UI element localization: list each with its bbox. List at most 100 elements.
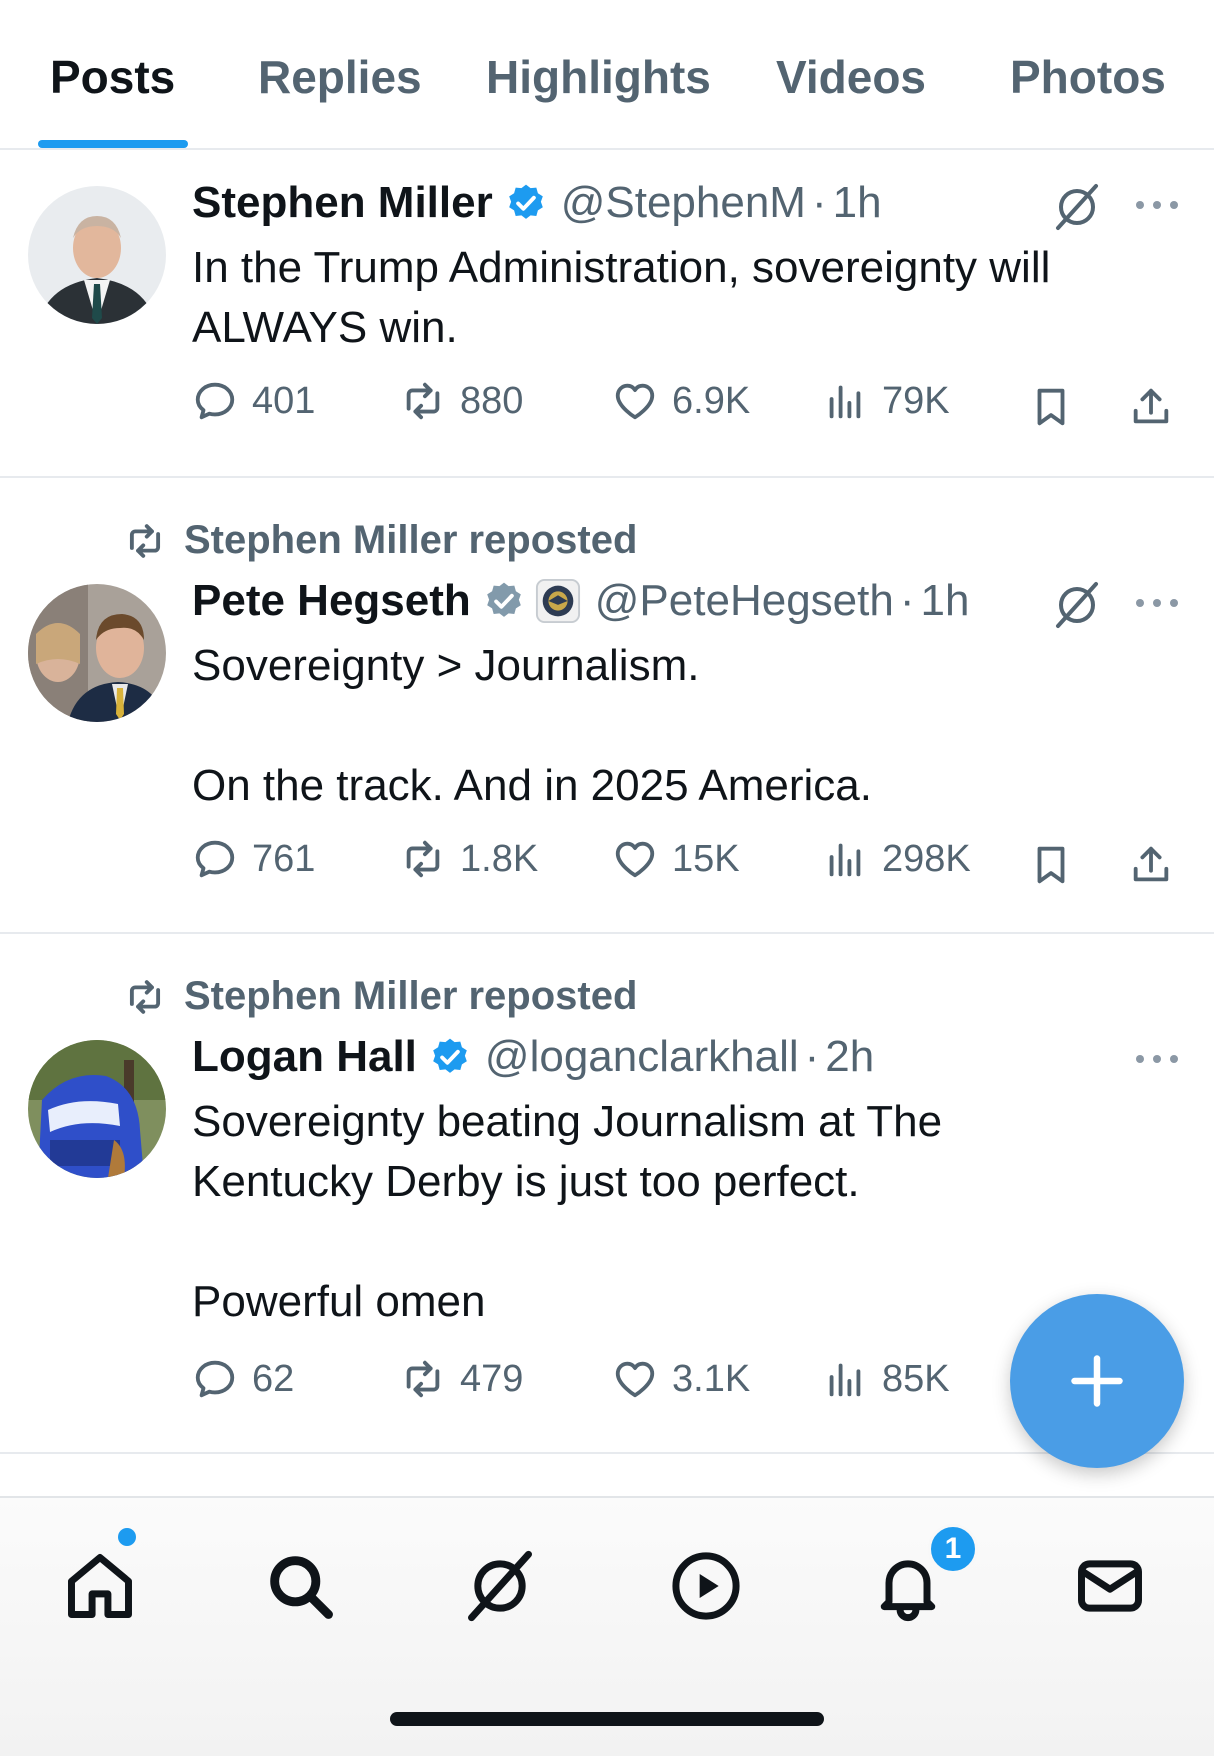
- grok-icon[interactable]: [1050, 180, 1104, 234]
- repost-count: 1.8K: [460, 837, 539, 880]
- like-count: 6.9K: [672, 379, 751, 422]
- more-options-icon[interactable]: [1134, 1052, 1180, 1066]
- share-icon[interactable]: [1128, 840, 1174, 890]
- reply-count: 401: [252, 379, 316, 422]
- author-name[interactable]: Stephen Miller: [192, 178, 493, 228]
- repost-indicator: Stephen Miller reposted: [124, 518, 637, 563]
- home-new-content-dot: [118, 1528, 136, 1546]
- post-header: Stephen Miller @StephenM · 1h: [192, 178, 882, 228]
- post-header: Logan Hall @loganclarkhall · 2h: [192, 1032, 874, 1082]
- separator-dot: ·: [804, 1032, 820, 1081]
- avatar[interactable]: [28, 1040, 166, 1178]
- repost-icon: [129, 979, 161, 1014]
- compose-post-button[interactable]: [1010, 1294, 1184, 1468]
- repost-icon: [406, 1360, 440, 1398]
- author-handle[interactable]: @PeteHegseth: [595, 576, 894, 626]
- verified-badge-icon: [433, 1038, 467, 1073]
- post-divider: [0, 476, 1214, 478]
- views-button[interactable]: 79K: [822, 378, 950, 424]
- grok-icon[interactable]: [462, 1548, 538, 1624]
- profile-tab-bar: Posts Replies Highlights Videos Photos: [0, 0, 1214, 150]
- post-time[interactable]: 2h: [825, 1032, 874, 1082]
- home-icon[interactable]: [62, 1548, 138, 1624]
- more-options-icon[interactable]: [1134, 198, 1180, 212]
- heart-icon: [615, 383, 655, 420]
- more-options-icon[interactable]: [1134, 596, 1180, 610]
- post-divider: [0, 932, 1214, 934]
- like-count: 15K: [672, 837, 740, 880]
- view-count: 298K: [882, 837, 971, 880]
- reply-count: 761: [252, 837, 316, 880]
- repost-label[interactable]: Stephen Miller reposted: [184, 974, 637, 1019]
- tab-videos[interactable]: Videos: [776, 50, 926, 104]
- repost-button[interactable]: 479: [400, 1356, 523, 1402]
- grok-icon[interactable]: [1050, 578, 1104, 632]
- view-count: 85K: [882, 1357, 950, 1400]
- tab-replies[interactable]: Replies: [258, 50, 422, 104]
- repost-count: 479: [460, 1357, 524, 1400]
- avatar[interactable]: [28, 186, 166, 324]
- author-handle[interactable]: @loganclarkhall: [485, 1032, 799, 1082]
- like-button[interactable]: 3.1K: [612, 1356, 750, 1402]
- share-icon[interactable]: [1128, 382, 1174, 432]
- heart-icon: [615, 841, 655, 878]
- views-icon: [829, 385, 861, 419]
- tab-posts[interactable]: Posts: [50, 50, 175, 104]
- repost-label[interactable]: Stephen Miller reposted: [184, 518, 637, 563]
- avatar[interactable]: [28, 584, 166, 722]
- messages-icon[interactable]: [1072, 1548, 1148, 1624]
- plus-icon: [1071, 1355, 1123, 1407]
- post-text: Sovereignty > Journalism. On the track. …: [192, 641, 872, 810]
- post-time[interactable]: 1h: [833, 178, 882, 228]
- tab-highlights[interactable]: Highlights: [486, 50, 711, 104]
- repost-button[interactable]: 1.8K: [400, 836, 538, 882]
- views-icon: [829, 1363, 861, 1397]
- like-button[interactable]: 6.9K: [612, 378, 750, 424]
- author-handle[interactable]: @StephenM: [561, 178, 806, 228]
- post-time[interactable]: 1h: [920, 576, 969, 626]
- author-name[interactable]: Logan Hall: [192, 1032, 417, 1082]
- post-actions: 761 1.8K 15K 298K: [192, 836, 1182, 896]
- repost-icon: [406, 382, 440, 420]
- verified-badge-icon: [486, 582, 521, 617]
- post-text: In the Trump Administration, sovereignty…: [192, 243, 1051, 352]
- tab-photos[interactable]: Photos: [1010, 50, 1166, 104]
- bookmark-icon[interactable]: [1028, 382, 1074, 432]
- views-icon: [829, 843, 861, 877]
- repost-button[interactable]: 880: [400, 378, 523, 424]
- post-header: Pete Hegseth @PeteHegseth · 1h: [192, 576, 969, 626]
- separator-dot: ·: [899, 576, 915, 625]
- video-icon[interactable]: [668, 1548, 744, 1624]
- post-actions: 62 479 3.1K 85K: [192, 1356, 950, 1416]
- view-count: 79K: [882, 379, 950, 422]
- reply-icon: [195, 382, 235, 420]
- views-button[interactable]: 298K: [822, 836, 971, 882]
- heart-icon: [615, 1361, 655, 1398]
- post-actions: 401 880 6.9K 79K: [192, 378, 1182, 438]
- repost-icon: [406, 840, 440, 878]
- verified-badge-icon: [508, 184, 543, 219]
- reply-button[interactable]: 401: [192, 378, 315, 424]
- like-button[interactable]: 15K: [612, 836, 740, 882]
- reply-count: 62: [252, 1357, 295, 1400]
- reply-button[interactable]: 761: [192, 836, 315, 882]
- post-divider: [0, 1452, 1214, 1454]
- repost-indicator: Stephen Miller reposted: [124, 974, 637, 1019]
- repost-count: 880: [460, 379, 524, 422]
- separator-dot: ·: [811, 178, 827, 227]
- reply-button[interactable]: 62: [192, 1356, 294, 1402]
- home-indicator-bar[interactable]: [390, 1712, 824, 1726]
- bottom-navigation: 1: [0, 1496, 1214, 1756]
- bookmark-icon[interactable]: [1028, 840, 1074, 890]
- reply-icon: [195, 840, 235, 878]
- active-tab-indicator: [38, 140, 188, 148]
- author-name[interactable]: Pete Hegseth: [192, 576, 471, 626]
- department-seal-icon: [535, 578, 580, 624]
- like-count: 3.1K: [672, 1357, 751, 1400]
- reply-icon: [195, 1360, 235, 1398]
- post-text: Sovereignty beating Journalism at The Ke…: [192, 1097, 943, 1326]
- views-button[interactable]: 85K: [822, 1356, 950, 1402]
- repost-icon: [129, 523, 161, 558]
- notifications-badge: 1: [928, 1524, 978, 1574]
- search-icon[interactable]: [262, 1548, 338, 1624]
